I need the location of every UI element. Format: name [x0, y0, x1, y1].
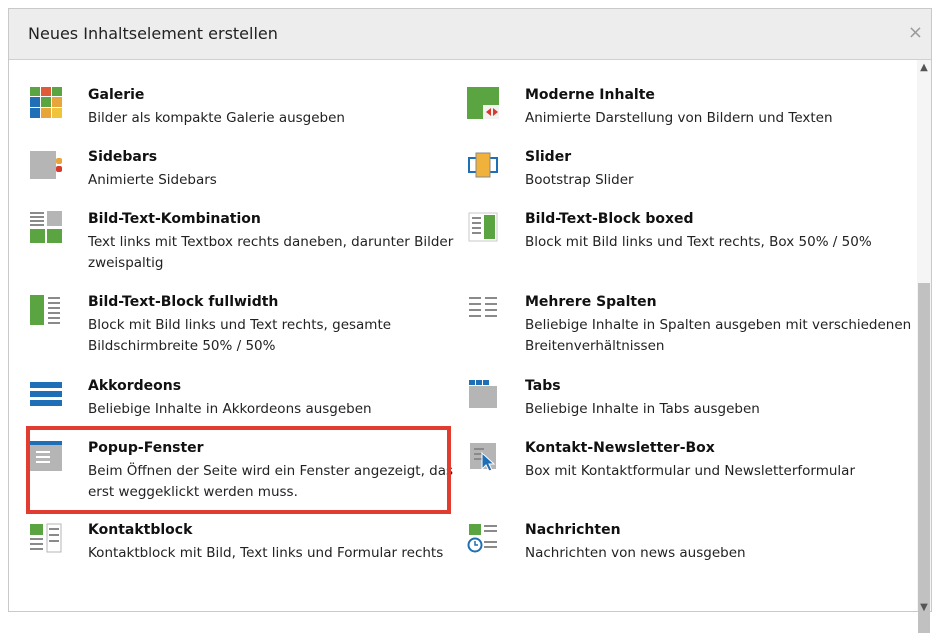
- element-title: Tabs: [525, 378, 561, 394]
- content-element-list: Galerie Bilder als kompakte Galerie ausg…: [9, 60, 931, 633]
- element-description: Block mit Bild links und Text rechts, ge…: [88, 317, 392, 354]
- contact-newsletter-icon: [470, 443, 496, 472]
- image-text-block-boxed-icon: [468, 212, 498, 242]
- element-description: Kontaktblock mit Bild, Text links und Fo…: [88, 545, 444, 561]
- tabs-icon: [469, 380, 497, 408]
- gallery-icon: [30, 87, 62, 118]
- element-title: Slider: [525, 149, 572, 165]
- element-description: Animierte Darstellung von Bildern und Te…: [525, 110, 833, 126]
- sidebars-icon: [30, 151, 62, 179]
- element-description: Animierte Sidebars: [88, 172, 217, 188]
- scrollbar[interactable]: ▲ ▼: [917, 60, 931, 633]
- element-description: Block mit Bild links und Text rechts, Bo…: [525, 234, 872, 250]
- news-icon: [467, 524, 497, 553]
- element-description: Beliebige Inhalte in Akkordeons ausgeben: [88, 401, 372, 417]
- element-description: Box mit Kontaktformular und Newsletterfo…: [525, 463, 855, 479]
- element-title: Mehrere Spalten: [525, 294, 657, 310]
- element-title: Nachrichten: [525, 522, 621, 538]
- element-title: Bild-Text-Kombination: [88, 211, 261, 227]
- contact-block-icon: [30, 523, 62, 553]
- dialog-header: Neues Inhaltselement erstellen ×: [9, 9, 931, 60]
- slider-icon: [468, 152, 498, 178]
- element-description: Nachrichten von news ausgeben: [525, 545, 746, 561]
- element-description: Beliebige Inhalte in Spalten ausgeben mi…: [525, 317, 912, 354]
- modern-content-icon: [467, 87, 499, 119]
- element-title: Kontaktblock: [88, 522, 193, 538]
- scroll-up-arrow-icon[interactable]: ▲: [917, 62, 931, 73]
- element-title: Galerie: [88, 87, 145, 103]
- element-title: Bild-Text-Block boxed: [525, 211, 694, 227]
- element-title: Moderne Inhalte: [525, 87, 655, 103]
- element-description: Beliebige Inhalte in Tabs ausgeben: [525, 401, 760, 417]
- element-description: Bilder als kompakte Galerie ausgeben: [88, 110, 345, 126]
- element-title: Kontakt-Newsletter-Box: [525, 440, 715, 456]
- scroll-down-arrow-icon[interactable]: ▼: [917, 602, 931, 613]
- accordion-icon: [30, 382, 62, 406]
- element-description: Bootstrap Slider: [525, 172, 634, 188]
- scrollbar-thumb[interactable]: [918, 283, 930, 633]
- columns-icon: [469, 297, 497, 317]
- new-content-element-dialog: Neues Inhaltselement erstellen × Galerie…: [8, 8, 932, 633]
- element-title: Sidebars: [88, 149, 158, 165]
- element-title: Bild-Text-Block fullwidth: [88, 294, 279, 310]
- element-description: Text links mit Textbox rechts daneben, d…: [88, 234, 454, 271]
- dialog-title: Neues Inhaltselement erstellen: [28, 24, 278, 43]
- image-text-combination-icon: [30, 211, 62, 243]
- image-text-block-fullwidth-icon: [30, 295, 60, 325]
- highlight-box: [26, 426, 451, 514]
- close-icon[interactable]: ×: [908, 22, 923, 43]
- element-title: Akkordeons: [88, 378, 182, 394]
